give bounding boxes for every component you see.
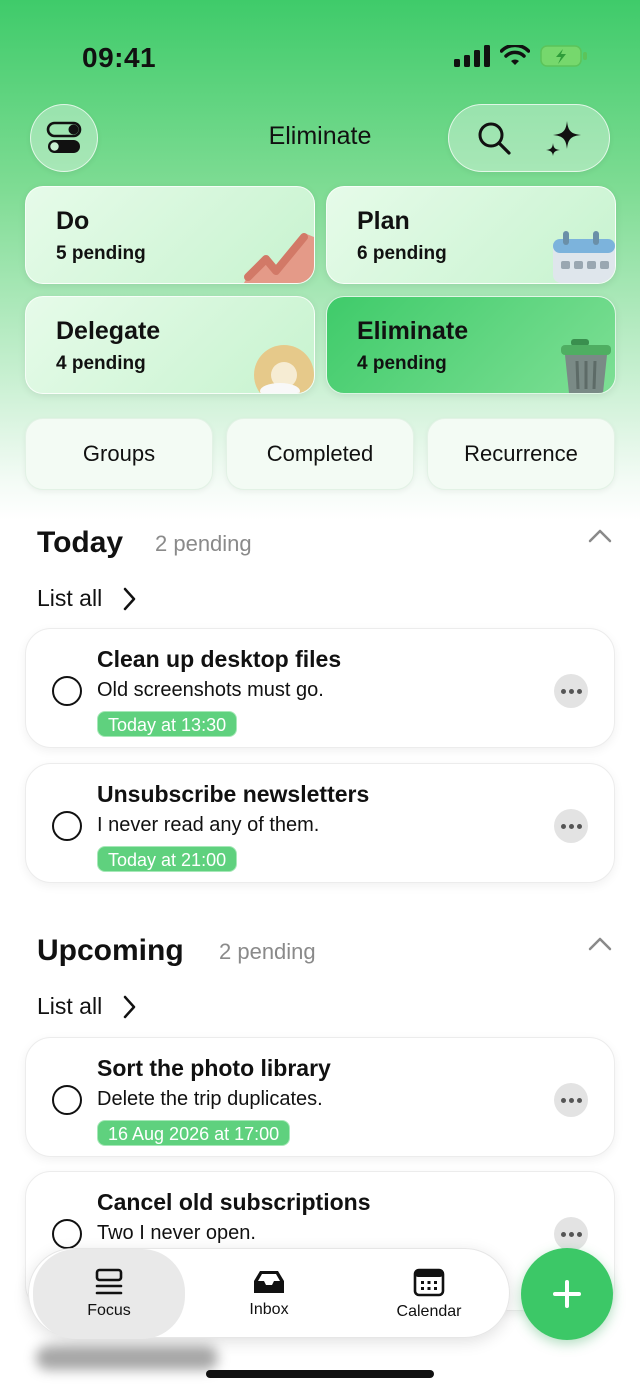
complete-radio[interactable] — [52, 1219, 82, 1249]
chevron-up-icon[interactable] — [588, 528, 612, 544]
chevron-right-icon — [123, 995, 136, 1018]
task-title: Clean up desktop files — [97, 646, 342, 672]
list-all-upcoming-button[interactable]: List all — [37, 993, 136, 1020]
filter-recurrence[interactable]: Recurrence — [427, 418, 615, 490]
quadrant-plan[interactable]: Plan 6 pending — [326, 186, 616, 284]
task-note: Delete the trip duplicates. — [97, 1088, 323, 1110]
quadrant-pending: 6 pending — [357, 243, 447, 264]
more-icon[interactable] — [554, 674, 588, 708]
chart-arrow-icon — [244, 233, 314, 283]
complete-radio[interactable] — [52, 1085, 82, 1115]
home-indicator — [206, 1370, 434, 1378]
section-title-upcoming: Upcoming — [37, 934, 184, 967]
task-card[interactable]: Unsubscribe newsletters I never read any… — [25, 763, 615, 883]
quadrant-pending: 4 pending — [357, 353, 447, 374]
chevron-up-icon[interactable] — [588, 936, 612, 952]
tab-calendar[interactable]: Calendar — [353, 1249, 505, 1339]
quadrant-title: Do — [56, 207, 90, 235]
tab-bar: Focus Inbox Calendar — [28, 1248, 510, 1339]
more-icon[interactable] — [554, 1083, 588, 1117]
handoff-art-icon — [254, 345, 314, 393]
due-badge: 16 Aug 2026 at 17:00 — [97, 1120, 291, 1146]
tab-inbox[interactable]: Inbox — [193, 1249, 345, 1339]
quadrant-title: Plan — [357, 207, 410, 235]
quadrant-do[interactable]: Do 5 pending — [25, 186, 315, 284]
task-title: Sort the photo library — [97, 1055, 331, 1081]
section-count-upcoming: 2 pending — [219, 939, 316, 964]
filter-completed[interactable]: Completed — [226, 418, 414, 490]
task-title: Unsubscribe newsletters — [97, 781, 370, 807]
chevron-right-icon — [123, 587, 136, 610]
header-actions — [448, 104, 610, 172]
inbox-icon — [254, 1271, 284, 1293]
quadrant-title: Eliminate — [357, 317, 469, 345]
list-all-label: List all — [37, 993, 103, 1019]
battery-icon — [540, 45, 587, 67]
sparkles-icon[interactable] — [545, 119, 583, 157]
quadrant-title: Delegate — [56, 317, 161, 345]
quadrant-pending: 5 pending — [56, 243, 146, 264]
task-card[interactable]: Clean up desktop files Old screenshots m… — [25, 628, 615, 748]
plus-icon — [553, 1280, 581, 1308]
section-title-today: Today — [37, 526, 124, 559]
tab-label: Focus — [87, 1302, 131, 1319]
trash-can-icon — [561, 339, 611, 393]
search-icon[interactable] — [476, 120, 512, 156]
focus-icon — [95, 1268, 123, 1295]
quadrant-delegate[interactable]: Delegate 4 pending — [25, 296, 315, 394]
task-card[interactable]: Sort the photo library Delete the trip d… — [25, 1037, 615, 1157]
calendar-art-icon — [553, 231, 615, 283]
task-note: I never read any of them. — [97, 814, 320, 836]
tab-label: Inbox — [249, 1301, 289, 1318]
list-all-today-button[interactable]: List all — [37, 585, 136, 612]
status-icons — [454, 44, 588, 68]
task-title: Cancel old subscriptions — [97, 1189, 371, 1215]
more-icon[interactable] — [554, 809, 588, 843]
quadrant-pending: 4 pending — [56, 353, 146, 374]
next-section-peek — [36, 1346, 218, 1370]
section-count-today: 2 pending — [155, 531, 252, 556]
tab-focus[interactable]: Focus — [33, 1249, 185, 1339]
more-icon[interactable] — [554, 1217, 588, 1251]
status-time: 09:41 — [82, 42, 157, 73]
signal-icon — [454, 45, 490, 67]
task-note: Old screenshots must go. — [97, 679, 324, 701]
wifi-icon — [500, 45, 530, 65]
quadrant-eliminate[interactable]: Eliminate 4 pending — [326, 296, 616, 394]
list-all-label: List all — [37, 585, 103, 611]
due-badge: Today at 13:30 — [97, 711, 238, 737]
add-task-button[interactable] — [521, 1248, 613, 1340]
filter-groups[interactable]: Groups — [25, 418, 213, 490]
due-badge: Today at 21:00 — [97, 846, 238, 872]
complete-radio[interactable] — [52, 676, 82, 706]
calendar-icon — [413, 1268, 445, 1297]
task-note: Two I never open. — [97, 1222, 256, 1244]
complete-radio[interactable] — [52, 811, 82, 841]
tab-label: Calendar — [396, 1303, 462, 1320]
